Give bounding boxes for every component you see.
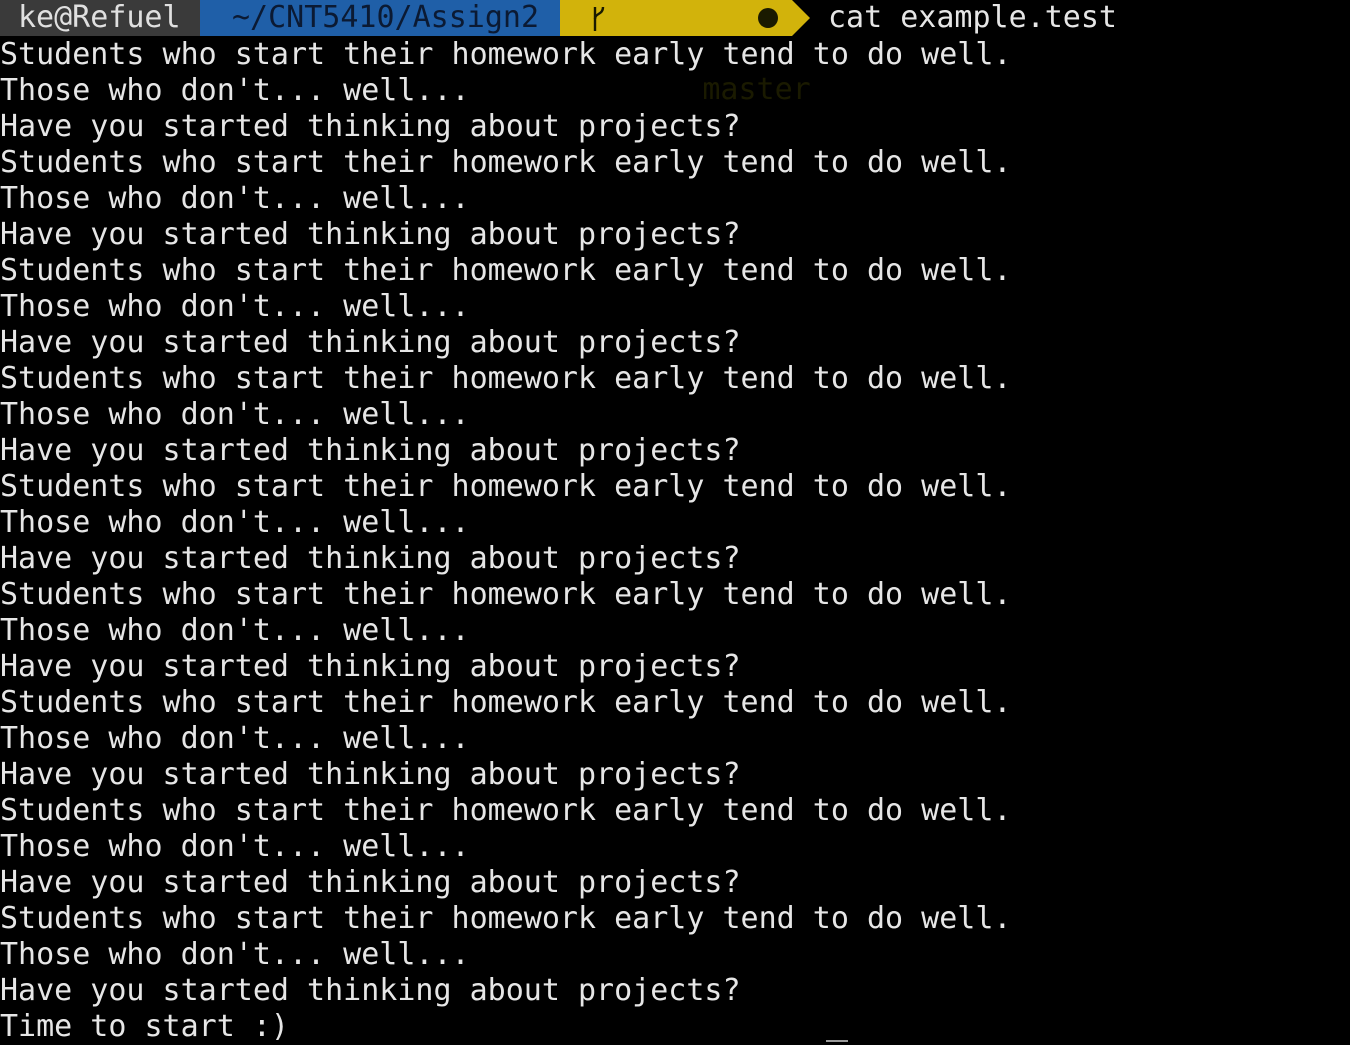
output-line: Have you started thinking about projects… — [0, 973, 741, 1008]
prompt-user-host: ke@Refuel — [0, 0, 200, 36]
output-line: Students who start their homework early … — [0, 145, 1012, 180]
output-line: Those who don't... well... — [0, 505, 470, 540]
output-line: Have you started thinking about projects… — [0, 757, 741, 792]
output-line: Have you started thinking about projects… — [0, 865, 741, 900]
shell-prompt: ke@Refuel ~/CNT5410/Assign2 master cat e… — [0, 0, 1350, 107]
output-line: Those who don't... well... — [0, 73, 470, 108]
command-output: Students who start their homework early … — [0, 37, 1350, 1045]
terminal-window[interactable]: ke@Refuel ~/CNT5410/Assign2 master cat e… — [0, 0, 1350, 1044]
output-line: Those who don't... well... — [0, 829, 470, 864]
output-line: Those who don't... well... — [0, 721, 470, 756]
cursor — [826, 1040, 848, 1042]
output-line: Those who don't... well... — [0, 181, 470, 216]
output-line: Have you started thinking about projects… — [0, 325, 741, 360]
output-line: Have you started thinking about projects… — [0, 109, 741, 144]
output-line: Students who start their homework early … — [0, 253, 1012, 288]
prompt-command[interactable]: cat example.test — [828, 0, 1117, 36]
output-line: Have you started thinking about projects… — [0, 433, 741, 468]
output-line: Students who start their homework early … — [0, 685, 1012, 720]
output-line: Students who start their homework early … — [0, 577, 1012, 612]
output-line: Students who start their homework early … — [0, 37, 1012, 72]
output-line: Have you started thinking about projects… — [0, 217, 741, 252]
output-line: Time to start :) — [0, 1009, 289, 1044]
output-line: Students who start their homework early … — [0, 793, 1012, 828]
output-line: Students who start their homework early … — [0, 901, 1012, 936]
dirty-state-icon — [758, 8, 778, 28]
output-line: Those who don't... well... — [0, 289, 470, 324]
git-branch-icon — [593, 6, 605, 31]
output-line: Those who don't... well... — [0, 937, 470, 972]
output-line: Have you started thinking about projects… — [0, 541, 741, 576]
output-line: Students who start their homework early … — [0, 361, 1012, 396]
prompt-separator-arrow — [792, 0, 810, 36]
output-line: Those who don't... well... — [0, 613, 470, 648]
output-line: Students who start their homework early … — [0, 469, 1012, 504]
output-line: Have you started thinking about projects… — [0, 649, 741, 684]
output-line: Those who don't... well... — [0, 397, 470, 432]
prompt-git-segment: master — [560, 0, 811, 107]
prompt-directory: ~/CNT5410/Assign2 — [200, 0, 560, 36]
